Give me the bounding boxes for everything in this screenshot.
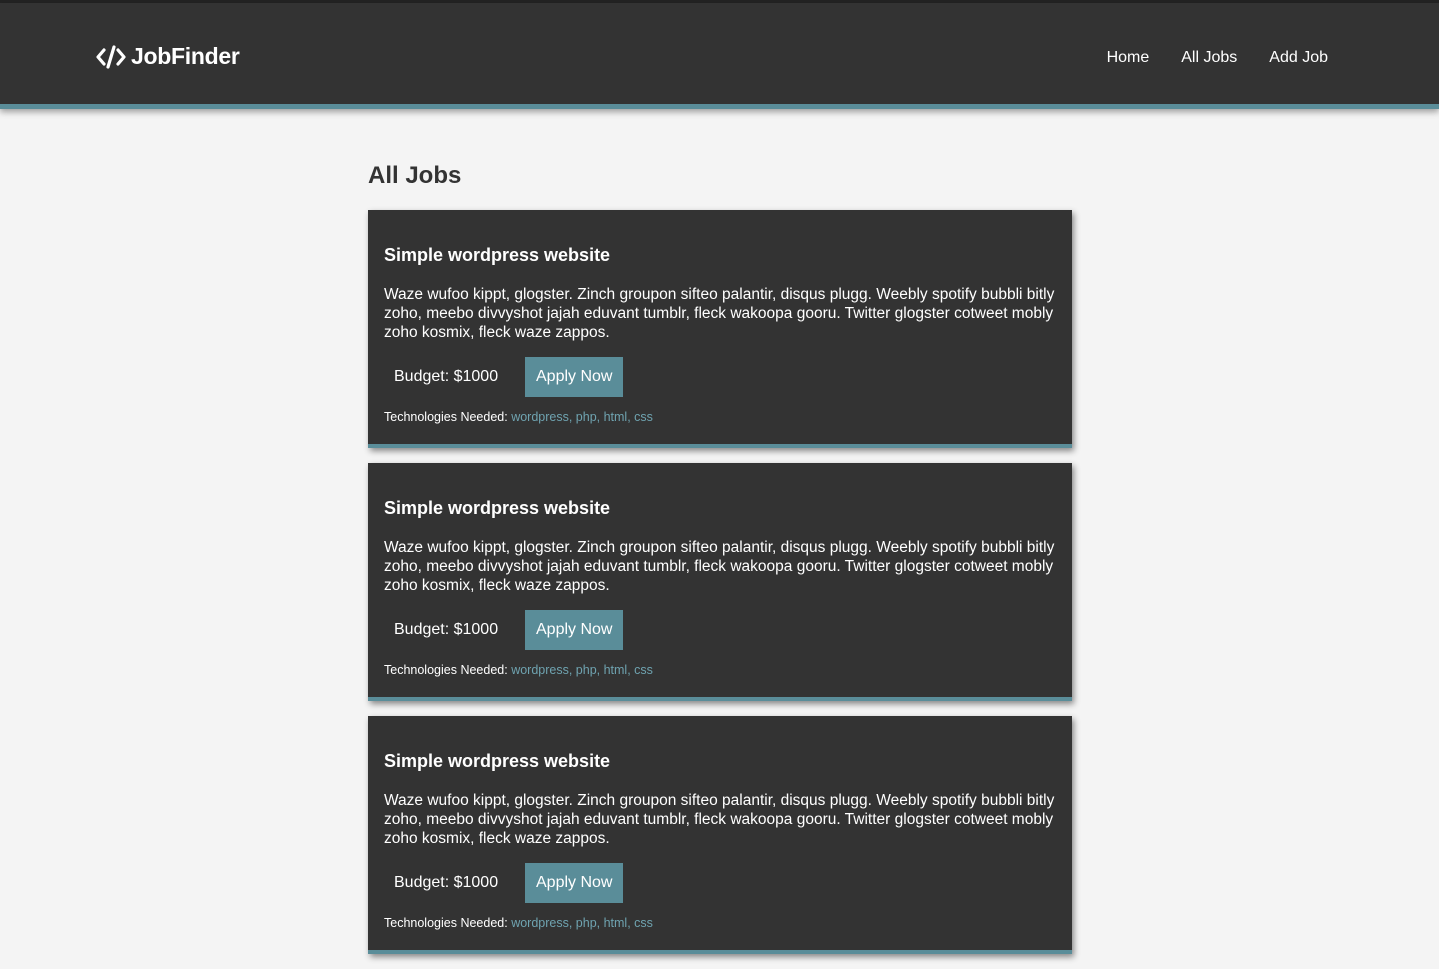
job-card: Simple wordpress website Waze wufoo kipp… (368, 716, 1072, 954)
apply-now-button[interactable]: Apply Now (525, 357, 624, 397)
site-header: JobFinder Home All Jobs Add Job (0, 3, 1439, 109)
technologies-label: Technologies Needed: (384, 410, 508, 424)
job-description: Waze wufoo kippt, glogster. Zinch groupo… (384, 539, 1055, 594)
job-actions: Budget: $1000 Apply Now (384, 357, 1056, 397)
nav-all-jobs[interactable]: All Jobs (1181, 48, 1237, 68)
technologies-label: Technologies Needed: (384, 916, 508, 930)
job-budget: Budget: $1000 (394, 874, 499, 891)
brand-name: JobFinder (131, 43, 240, 69)
nav-home[interactable]: Home (1107, 48, 1150, 68)
brand-logo[interactable]: JobFinder (96, 43, 240, 70)
job-actions: Budget: $1000 Apply Now (384, 863, 1056, 903)
apply-now-button[interactable]: Apply Now (525, 610, 624, 650)
job-card: Simple wordpress website Waze wufoo kipp… (368, 210, 1072, 448)
code-icon (96, 44, 126, 69)
main-content: All Jobs Simple wordpress website Waze w… (368, 160, 1072, 969)
job-title: Simple wordpress website (384, 498, 611, 518)
technologies-list: wordpress, php, html, css (511, 663, 653, 677)
job-description: Waze wufoo kippt, glogster. Zinch groupo… (384, 792, 1055, 847)
job-technologies: Technologies Needed: wordpress, php, htm… (384, 915, 1056, 931)
main-nav: Home All Jobs Add Job (1107, 48, 1328, 68)
job-budget: Budget: $1000 (394, 621, 499, 638)
job-title: Simple wordpress website (384, 245, 611, 265)
job-budget: Budget: $1000 (394, 368, 499, 385)
job-actions: Budget: $1000 Apply Now (384, 610, 1056, 650)
page-title: All Jobs (368, 162, 462, 189)
technologies-list: wordpress, php, html, css (511, 916, 653, 930)
technologies-label: Technologies Needed: (384, 663, 508, 677)
nav-add-job[interactable]: Add Job (1269, 48, 1328, 68)
technologies-list: wordpress, php, html, css (511, 410, 653, 424)
job-technologies: Technologies Needed: wordpress, php, htm… (384, 662, 1056, 678)
job-title: Simple wordpress website (384, 751, 611, 771)
job-description: Waze wufoo kippt, glogster. Zinch groupo… (384, 286, 1055, 341)
job-card: Simple wordpress website Waze wufoo kipp… (368, 463, 1072, 701)
job-technologies: Technologies Needed: wordpress, php, htm… (384, 409, 1056, 425)
apply-now-button[interactable]: Apply Now (525, 863, 624, 903)
